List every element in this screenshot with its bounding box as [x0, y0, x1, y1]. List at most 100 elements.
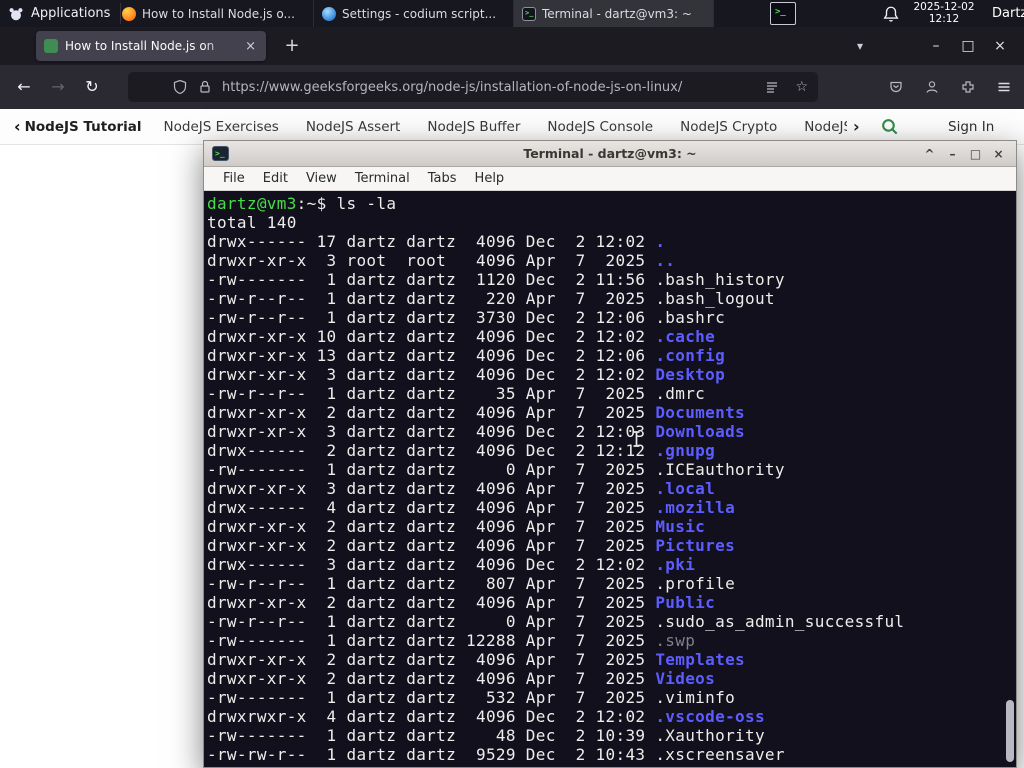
terminal-line: drwx------ 2 dartz dartz 4096 Dec 2 12:1… [207, 441, 716, 460]
desktop: Applications How to Install Node.js o...… [0, 0, 1024, 768]
tab-title: How to Install Node.js on [65, 39, 215, 53]
url-bar[interactable]: https://www.geeksforgeeks.org/node-js/in… [128, 72, 818, 102]
taskbar-item[interactable]: Terminal - dartz@vm3: ~ [514, 0, 714, 27]
nav-chevron-right-icon[interactable]: › [847, 109, 866, 144]
menu-edit[interactable]: Edit [254, 171, 297, 186]
applications-icon [9, 7, 23, 20]
url-text: https://www.geeksforgeeks.org/node-js/in… [222, 79, 683, 95]
terminal-line: -rw-r--r-- 1 dartz dartz 0 Apr 7 2025 .s… [207, 612, 905, 631]
terminal-line: drwxr-xr-x 3 root root 4096 Apr 7 2025 .… [207, 251, 676, 270]
window-controls: ▾ – □ × [844, 27, 1016, 65]
menu-terminal[interactable]: Terminal [346, 171, 419, 186]
clock[interactable]: 2025-12-02 12:12 [908, 1, 980, 25]
toolbar-right-icons [884, 72, 1016, 102]
firefox-icon [122, 6, 136, 21]
terminal-line: drwxr-xr-x 10 dartz dartz 4096 Dec 2 12:… [207, 327, 716, 346]
taskbar-item-label: How to Install Node.js o... [142, 6, 295, 21]
applications-menu-button[interactable]: Applications [0, 0, 120, 27]
terminal-line: drwxr-xr-x 13 dartz dartz 4096 Dec 2 12:… [207, 346, 726, 365]
terminal-window: Terminal - dartz@vm3: ~ ^ – □ × FileEdit… [203, 140, 1017, 768]
window-restore-button[interactable]: □ [952, 38, 984, 54]
terminal-line: drwxr-xr-x 2 dartz dartz 4096 Apr 7 2025… [207, 517, 706, 536]
terminal-icon [522, 6, 536, 21]
terminal-line: drwxr-xr-x 2 dartz dartz 4096 Apr 7 2025… [207, 669, 716, 688]
clock-date: 2025-12-02 [913, 1, 975, 13]
tracking-protection-shield-icon[interactable] [172, 79, 188, 95]
terminal-line: total 140 [207, 213, 297, 232]
terminal-menubar: File Edit View Terminal Tabs Help [204, 167, 1016, 191]
user-menu[interactable]: Dartz [992, 6, 1024, 21]
site-favicon [44, 39, 58, 53]
terminal-line: drwx------ 4 dartz dartz 4096 Apr 7 2025… [207, 498, 736, 517]
terminal-line: drwxr-xr-x 3 dartz dartz 4096 Apr 7 2025… [207, 479, 716, 498]
terminal-title: Terminal - dartz@vm3: ~ [523, 146, 697, 161]
window-minimize-button[interactable]: – [920, 38, 952, 54]
browser-tab-bar: How to Install Node.js on × + ▾ – □ × [0, 27, 1024, 65]
terminal-line: drwxr-xr-x 3 dartz dartz 4096 Dec 2 12:0… [207, 365, 726, 384]
reader-mode-icon[interactable] [764, 79, 780, 95]
site-nav-link[interactable]: NodeJS Crypto [680, 119, 777, 135]
tray-terminal-icon[interactable] [770, 2, 796, 25]
back-button[interactable]: ← [8, 72, 40, 102]
site-nav-link[interactable]: NodeJS Assert [306, 119, 401, 135]
terminal-line: drwx------ 17 dartz dartz 4096 Dec 2 12:… [207, 232, 666, 251]
terminal-line: -rw------- 1 dartz dartz 12288 Apr 7 202… [207, 631, 696, 650]
tab-close-icon[interactable]: × [243, 39, 258, 54]
search-icon[interactable] [880, 117, 899, 140]
terminal-line: -rw------- 1 dartz dartz 1120 Dec 2 11:5… [207, 270, 785, 289]
bookmark-star-icon[interactable]: ☆ [795, 79, 808, 95]
site-nav-link[interactable]: NodeJS Exercises [164, 119, 279, 135]
terminal-line: drwxr-xr-x 2 dartz dartz 4096 Apr 7 2025… [207, 650, 745, 669]
mouse-cursor-ibeam [631, 430, 642, 452]
terminal-line: drwxr-xr-x 2 dartz dartz 4096 Apr 7 2025… [207, 536, 736, 555]
pocket-icon[interactable] [884, 75, 908, 99]
terminal-scrollbar-thumb[interactable] [1006, 700, 1014, 762]
new-tab-button[interactable]: + [280, 35, 304, 56]
reload-button[interactable]: ↻ [76, 72, 108, 102]
clock-time: 12:12 [928, 12, 960, 25]
terminal-line: dartz@vm3:~$ ls -la [207, 194, 397, 213]
list-tabs-icon[interactable]: ▾ [844, 39, 876, 53]
terminal-line: drwxr-xr-x 2 dartz dartz 4096 Apr 7 2025… [207, 403, 745, 422]
url-bar-actions: ☆ [754, 79, 818, 95]
site-nav-link[interactable]: NodeJS Buffer [427, 119, 520, 135]
taskbar-item[interactable]: How to Install Node.js o... [114, 0, 314, 27]
terminal-line: -rw------- 1 dartz dartz 0 Apr 7 2025 .I… [207, 460, 785, 479]
site-nav-items: NodeJS Exercises NodeJS Assert NodeJS Buff… [164, 119, 866, 135]
account-icon[interactable] [920, 75, 944, 99]
taskbar: How to Install Node.js o... Settings - co… [114, 0, 714, 27]
terminal-maximize-button[interactable]: □ [964, 147, 987, 161]
terminal-screen[interactable]: dartz@vm3:~$ ls -la total 140 drwx------ 1… [204, 191, 1016, 767]
terminal-titlebar[interactable]: Terminal - dartz@vm3: ~ ^ – □ × [204, 141, 1016, 167]
taskbar-item-label: Settings - codium script... [342, 6, 497, 21]
menu-hamburger-icon[interactable] [992, 75, 1016, 99]
menu-help[interactable]: Help [466, 171, 514, 186]
browser-tab[interactable]: How to Install Node.js on × [36, 31, 266, 61]
taskbar-item-label: Terminal - dartz@vm3: ~ [542, 6, 692, 21]
forward-button[interactable]: → [42, 72, 74, 102]
terminal-close-button[interactable]: × [987, 147, 1010, 161]
terminal-shade-button[interactable]: ^ [918, 147, 941, 161]
terminal-line: -rw-r--r-- 1 dartz dartz 807 Apr 7 2025 … [207, 574, 736, 593]
lock-icon[interactable] [197, 79, 213, 95]
browser-toolbar: ← → ↻ https://www.geeksforgeeks.org/node… [0, 65, 1024, 109]
extensions-icon[interactable] [956, 75, 980, 99]
site-nav-current[interactable]: NodeJS Tutorial [25, 119, 142, 135]
terminal-window-controls: ^ – □ × [918, 141, 1010, 167]
top-panel: Applications How to Install Node.js o...… [0, 0, 1024, 27]
sign-in-button[interactable]: Sign In [948, 119, 994, 135]
taskbar-item[interactable]: Settings - codium script... [314, 0, 514, 27]
window-close-button[interactable]: × [984, 38, 1016, 54]
site-nav-link[interactable]: NodeJS Console [547, 119, 653, 135]
terminal-minimize-button[interactable]: – [941, 147, 964, 161]
applications-label: Applications [31, 6, 111, 21]
notifications-bell-icon[interactable] [882, 5, 900, 23]
terminal-line: drwxr-xr-x 3 dartz dartz 4096 Dec 2 12:0… [207, 422, 745, 441]
menu-tabs[interactable]: Tabs [419, 171, 466, 186]
terminal-line: -rw------- 1 dartz dartz 532 Apr 7 2025 … [207, 688, 736, 707]
menu-view[interactable]: View [297, 171, 346, 186]
terminal-line: -rw-r--r-- 1 dartz dartz 220 Apr 7 2025 … [207, 289, 775, 308]
nav-chevron-left-icon[interactable]: ‹ [0, 117, 25, 136]
terminal-output: dartz@vm3:~$ ls -la total 140 drwx------ 1… [207, 194, 1016, 764]
menu-file[interactable]: File [214, 171, 254, 186]
